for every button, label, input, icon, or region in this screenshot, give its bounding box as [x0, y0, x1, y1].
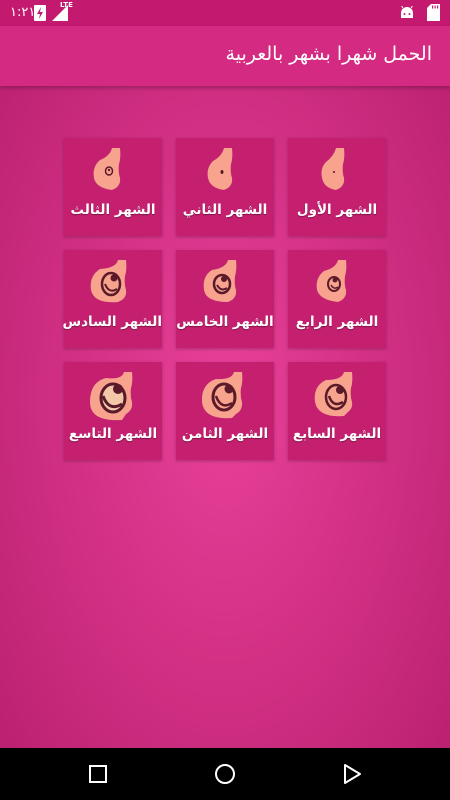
belly-month-6-icon: [90, 260, 140, 312]
app-bar: الحمل شهرا بشهر بالعربية: [0, 26, 450, 86]
month-tile-3-label: الشهر الثالث: [70, 202, 156, 218]
belly-month-4-icon: [314, 260, 364, 312]
recents-icon[interactable]: [86, 762, 110, 786]
month-tile-5-label: الشهر الخامس: [176, 314, 274, 330]
belly-month-5-icon: [202, 260, 252, 312]
month-tile-7[interactable]: الشهر السابع: [288, 362, 386, 460]
month-tile-6[interactable]: الشهر السادس: [62, 250, 162, 348]
month-tile-1[interactable]: الشهر الأول: [288, 138, 386, 236]
belly-month-9-icon: [90, 372, 140, 424]
signal-icon: LTE: [52, 1, 73, 25]
app-title: الحمل شهرا بشهر بالعربية: [225, 43, 432, 65]
back-icon[interactable]: [340, 762, 364, 786]
battery-saver-icon: [34, 4, 46, 25]
belly-month-7-icon: [314, 372, 364, 424]
status-bar: ١:٢١ LTE: [0, 0, 450, 26]
belly-month-2-icon: [202, 148, 252, 200]
month-tile-7-label: الشهر السابع: [292, 426, 382, 442]
belly-month-1-icon: [314, 148, 364, 200]
belly-month-8-icon: [201, 372, 252, 424]
home-icon[interactable]: [213, 762, 237, 786]
nav-bar: [0, 748, 450, 800]
month-tile-6-label: الشهر السادس: [62, 314, 162, 330]
month-grid: الشهر الأول الشهر الثاني الشهر الثالث ال…: [62, 138, 386, 460]
month-tile-9[interactable]: الشهر التاسع: [64, 362, 162, 460]
month-tile-2-label: الشهر الثاني: [182, 202, 268, 218]
belly-month-3-icon: [90, 148, 140, 200]
month-tile-4[interactable]: الشهر الرابع: [288, 250, 386, 348]
android-icon: [399, 5, 415, 24]
month-tile-8-label: الشهر الثامن: [181, 426, 269, 442]
month-tile-2[interactable]: الشهر الثاني: [176, 138, 274, 236]
month-tile-9-label: الشهر التاسع: [68, 426, 158, 442]
month-tile-1-label: الشهر الأول: [296, 202, 378, 218]
month-tile-3[interactable]: الشهر الثالث: [64, 138, 162, 236]
month-tile-4-label: الشهر الرابع: [295, 314, 379, 330]
month-tile-8[interactable]: الشهر الثامن: [176, 362, 274, 460]
month-tile-5[interactable]: الشهر الخامس: [176, 250, 274, 348]
status-time: ١:٢١: [10, 5, 36, 20]
network-type-label: LTE: [60, 0, 73, 9]
sd-card-icon: [427, 4, 440, 25]
